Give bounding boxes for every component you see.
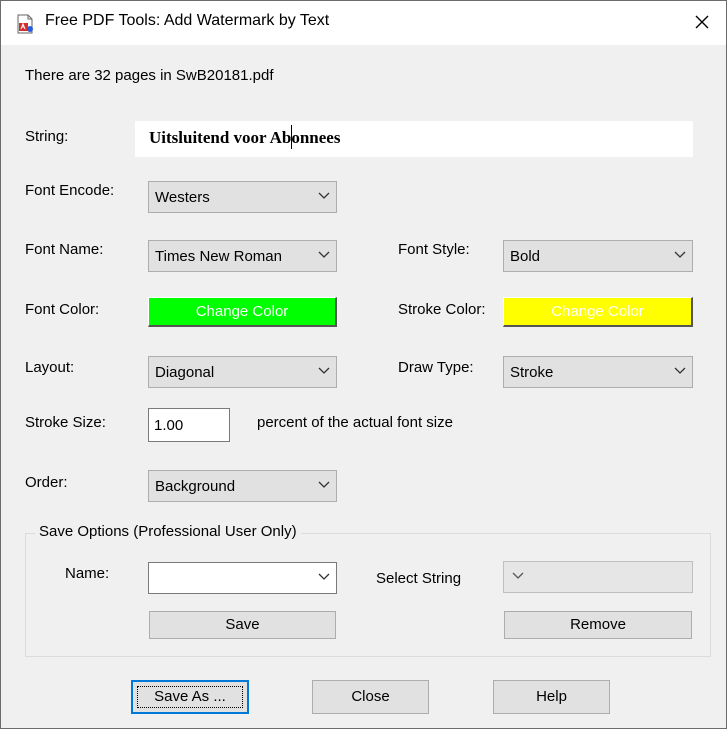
order-value: Background: [155, 478, 236, 495]
select-string-combobox[interactable]: [503, 561, 693, 593]
chevron-down-icon: [318, 251, 330, 258]
help-button[interactable]: Help: [493, 680, 610, 714]
close-icon[interactable]: [688, 7, 716, 37]
font-name-label: Font Name:: [25, 241, 104, 258]
dialog-window: Free PDF Tools: Add Watermark by Text Th…: [0, 0, 727, 729]
chevron-down-icon: [318, 192, 330, 199]
save-as-button[interactable]: Save As ...: [131, 680, 249, 714]
font-encode-select[interactable]: Westers: [148, 181, 337, 213]
string-label: String:: [25, 128, 69, 145]
font-name-value: Times New Roman: [155, 248, 282, 265]
stroke-size-value: 1.00: [154, 417, 184, 434]
chevron-down-icon: [674, 251, 686, 258]
font-encode-value: Westers: [155, 189, 210, 206]
close-button[interactable]: Close: [312, 680, 429, 714]
font-style-value: Bold: [510, 248, 541, 265]
window-title: Free PDF Tools: Add Watermark by Text: [45, 12, 330, 29]
layout-label: Layout:: [25, 359, 75, 376]
font-name-select[interactable]: Times New Roman: [148, 240, 337, 272]
font-color-label: Font Color:: [25, 301, 100, 318]
stroke-size-label: Stroke Size:: [25, 414, 106, 431]
chevron-down-icon: [512, 572, 524, 579]
chevron-down-icon: [318, 481, 330, 488]
font-style-select[interactable]: Bold: [503, 240, 693, 272]
pdf-file-icon: [17, 14, 33, 34]
chevron-down-icon: [674, 367, 686, 374]
chevron-down-icon: [318, 367, 330, 374]
layout-value: Diagonal: [155, 364, 215, 381]
order-select[interactable]: Background: [148, 470, 337, 502]
title-bar: Free PDF Tools: Add Watermark by Text: [1, 1, 726, 45]
font-color-button[interactable]: Change Color: [148, 297, 337, 327]
layout-select[interactable]: Diagonal: [148, 356, 337, 388]
stroke-color-label: Stroke Color:: [398, 301, 486, 318]
focus-ring: [137, 686, 243, 708]
save-name-combobox[interactable]: [148, 562, 337, 594]
save-button[interactable]: Save: [149, 611, 336, 639]
font-encode-label: Font Encode:: [25, 182, 115, 199]
watermark-string-value: Uitsluitend voor Abonnees: [149, 128, 341, 147]
select-string-label: Select String: [376, 570, 462, 587]
stroke-size-suffix: percent of the actual font size: [257, 414, 453, 431]
stroke-size-input[interactable]: 1.00: [148, 408, 230, 442]
save-options-title: Save Options (Professional User Only): [35, 523, 301, 540]
remove-button[interactable]: Remove: [504, 611, 692, 639]
draw-type-value: Stroke: [510, 364, 554, 381]
draw-type-label: Draw Type:: [398, 359, 474, 376]
chevron-down-icon: [318, 573, 330, 580]
stroke-color-button[interactable]: Change Color: [503, 297, 693, 327]
text-caret: [291, 125, 292, 149]
draw-type-select[interactable]: Stroke: [503, 356, 693, 388]
order-label: Order:: [25, 474, 68, 491]
pages-info: There are 32 pages in SwB20181.pdf: [25, 67, 274, 84]
font-style-label: Font Style:: [398, 241, 470, 258]
save-name-label: Name:: [65, 565, 110, 582]
